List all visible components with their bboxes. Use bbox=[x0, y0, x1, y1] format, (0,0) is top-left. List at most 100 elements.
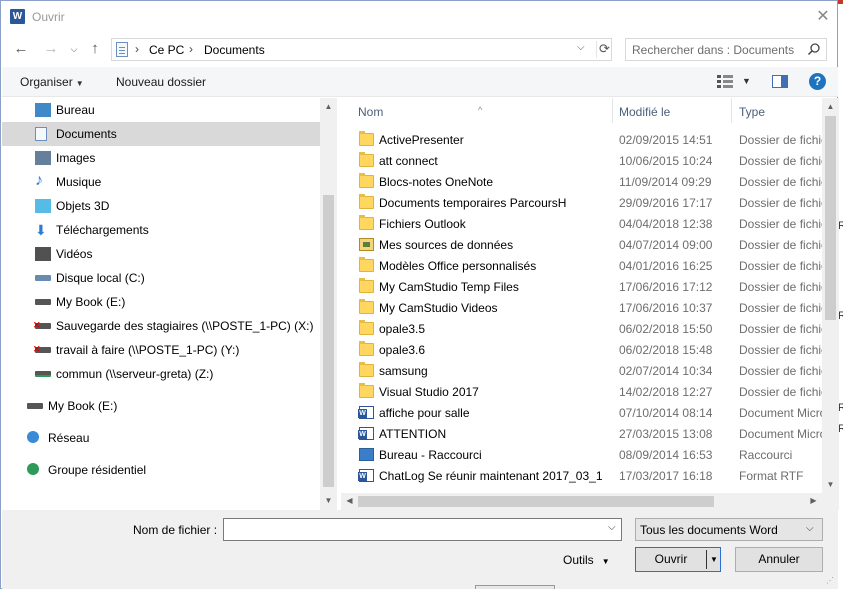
file-list-horizontal-scrollbar[interactable]: ◀ ▶ bbox=[341, 493, 822, 510]
network-drive-disconnected-icon: ✕ bbox=[33, 344, 51, 354]
sidebar-item[interactable]: ♪ Musique bbox=[2, 170, 320, 194]
music-icon: ♪ bbox=[35, 172, 43, 189]
preview-pane-icon[interactable] bbox=[772, 75, 788, 88]
file-modified-date: 06/02/2018 15:50 bbox=[619, 322, 713, 336]
scrollbar-corner bbox=[822, 493, 839, 510]
file-list: Nom ^ Modifié le Type ActivePresenter 02/… bbox=[341, 98, 838, 510]
filename-dropdown-icon[interactable]: ⌵ bbox=[608, 522, 616, 533]
file-row[interactable]: opale3.6 06/02/2018 15:48 Dossier de fichi… bbox=[341, 339, 822, 360]
sidebar-item[interactable]: commun (\\serveur-greta) (Z:) bbox=[2, 362, 320, 386]
file-row[interactable]: Bureau - Raccourci 08/09/2014 16:53 Raccou… bbox=[341, 444, 822, 465]
tools-menu-button[interactable]: Outils ▼ bbox=[563, 553, 610, 567]
recent-locations-chevron-icon[interactable]: ⌵ bbox=[64, 39, 84, 59]
sidebar-item[interactable]: ✕ Sauvegarde des stagiaires (\\POSTE_1-PC… bbox=[2, 314, 320, 338]
sidebar-item[interactable]: ✕ travail à faire (\\POSTE_1-PC) (Y:) bbox=[2, 338, 320, 362]
sidebar-item[interactable]: ⬇ Téléchargements bbox=[2, 218, 320, 242]
file-type: Dossier de fichiers bbox=[739, 259, 822, 273]
file-row[interactable]: opale3.5 06/02/2018 15:50 Dossier de fichi… bbox=[341, 318, 822, 339]
search-icon[interactable] bbox=[807, 42, 821, 56]
file-row[interactable]: ChatLog Se réunir maintenant 2017_03_1..… bbox=[341, 465, 822, 486]
sidebar-item-label: Réseau bbox=[48, 431, 90, 445]
file-type-filter-select[interactable]: Tous les documents Word ⌵ bbox=[635, 518, 823, 541]
scroll-left-icon[interactable]: ◀ bbox=[344, 496, 355, 505]
file-modified-date: 02/07/2014 10:34 bbox=[619, 364, 713, 378]
title-bar[interactable]: W Ouvrir ✕ bbox=[1, 1, 837, 32]
rtf-document-icon bbox=[358, 469, 374, 482]
file-name: Documents temporaires ParcoursH bbox=[379, 196, 567, 210]
scroll-up-icon[interactable]: ▲ bbox=[323, 102, 334, 111]
forward-arrow-icon[interactable]: → bbox=[41, 39, 61, 59]
view-options-icon[interactable] bbox=[717, 75, 733, 88]
search-box[interactable] bbox=[625, 38, 827, 61]
sidebar-item[interactable]: Bureau bbox=[2, 98, 320, 122]
navigation-scrollbar[interactable]: ▲ ▼ bbox=[320, 98, 337, 510]
folder-icon bbox=[359, 320, 374, 335]
scroll-down-icon[interactable]: ▼ bbox=[825, 480, 836, 489]
data-sources-folder-icon bbox=[359, 238, 374, 251]
sidebar-item[interactable]: Vidéos bbox=[2, 242, 320, 266]
column-header-type[interactable]: Type bbox=[732, 98, 822, 123]
file-type: Dossier de fichiers bbox=[739, 133, 822, 147]
scrollbar-thumb[interactable] bbox=[323, 195, 334, 487]
file-row[interactable]: Blocs-notes OneNote 11/09/2014 09:29 Dossi… bbox=[341, 171, 822, 192]
file-modified-date: 17/06/2016 17:12 bbox=[619, 280, 713, 294]
back-arrow-icon[interactable]: ← bbox=[11, 39, 31, 59]
column-header-name[interactable]: Nom ^ bbox=[341, 98, 612, 123]
organize-button[interactable]: Organiser ▼ bbox=[20, 75, 84, 89]
filename-combobox[interactable]: ⌵ bbox=[223, 518, 622, 541]
file-row[interactable]: Modèles Office personnalisés 04/01/2016 1… bbox=[341, 255, 822, 276]
file-row[interactable]: ATTENTION 27/03/2015 13:08 Document Micros… bbox=[341, 423, 822, 444]
caret-down-icon: ▼ bbox=[75, 79, 84, 88]
scrollbar-thumb[interactable] bbox=[825, 116, 836, 320]
address-bar[interactable]: › Ce PC › Documents ⌵ ⟳ bbox=[111, 38, 612, 61]
file-modified-date: 17/03/2017 16:18 bbox=[619, 469, 713, 483]
column-header-modified[interactable]: Modifié le bbox=[613, 98, 731, 123]
scroll-down-icon[interactable]: ▼ bbox=[323, 496, 334, 505]
file-row[interactable]: My CamStudio Temp Files 17/06/2016 17:12 D… bbox=[341, 276, 822, 297]
view-options-caret-icon[interactable]: ▼ bbox=[742, 76, 751, 86]
scroll-right-icon[interactable]: ▶ bbox=[808, 496, 819, 505]
file-modified-date: 04/04/2018 12:38 bbox=[619, 217, 713, 231]
sidebar-item[interactable]: Disque local (C:) bbox=[2, 266, 320, 290]
file-row[interactable]: Visual Studio 2017 14/02/2018 12:27 Dossie… bbox=[341, 381, 822, 402]
column-name-label: Nom bbox=[358, 105, 384, 119]
breadcrumb-separator-icon[interactable]: › bbox=[135, 42, 139, 56]
sidebar-item[interactable]: My Book (E:) bbox=[2, 290, 320, 314]
scrollbar-thumb[interactable] bbox=[358, 496, 714, 507]
sidebar-item[interactable]: Groupe résidentiel bbox=[2, 458, 320, 482]
new-folder-button[interactable]: Nouveau dossier bbox=[116, 75, 206, 89]
scroll-up-icon[interactable]: ▲ bbox=[825, 102, 836, 111]
cancel-button[interactable]: Annuler bbox=[735, 547, 823, 572]
desktop-icon bbox=[35, 103, 51, 117]
breadcrumb-documents[interactable]: Documents bbox=[204, 43, 265, 57]
breadcrumb-separator-icon[interactable]: › bbox=[189, 42, 193, 56]
open-options-caret-icon[interactable]: ▼ bbox=[710, 548, 718, 571]
caret-down-icon: ▼ bbox=[601, 557, 610, 566]
resize-grip-icon[interactable]: ⋰ bbox=[826, 576, 836, 586]
filename-input[interactable] bbox=[228, 522, 598, 537]
file-row[interactable]: samsung 02/07/2014 10:34 Dossier de fichie… bbox=[341, 360, 822, 381]
file-row[interactable]: Documents temporaires ParcoursH 29/09/201… bbox=[341, 192, 822, 213]
file-row[interactable]: Fichiers Outlook 04/04/2018 12:38 Dossier … bbox=[341, 213, 822, 234]
close-button[interactable]: ✕ bbox=[813, 7, 833, 27]
search-input[interactable] bbox=[632, 42, 800, 57]
file-name: ATTENTION bbox=[379, 427, 447, 441]
sidebar-item[interactable]: Documents bbox=[2, 122, 320, 146]
sidebar-item[interactable]: Objets 3D bbox=[2, 194, 320, 218]
sidebar-item[interactable]: Images bbox=[2, 146, 320, 170]
up-arrow-icon[interactable]: ↑ bbox=[85, 39, 105, 59]
file-row[interactable]: Mes sources de données 04/07/2014 09:00 Do… bbox=[341, 234, 822, 255]
sidebar-item[interactable]: My Book (E:) bbox=[2, 394, 320, 418]
file-list-vertical-scrollbar[interactable]: ▲ ▼ bbox=[822, 98, 839, 494]
file-row[interactable]: att connect 10/06/2015 10:24 Dossier de fi… bbox=[341, 150, 822, 171]
help-icon[interactable]: ? bbox=[809, 73, 826, 90]
file-name: affiche pour salle bbox=[379, 406, 470, 420]
refresh-icon[interactable]: ⟳ bbox=[596, 41, 612, 58]
file-row[interactable]: affiche pour salle 07/10/2014 08:14 Docume… bbox=[341, 402, 822, 423]
file-row[interactable]: ActivePresenter 02/09/2015 14:51 Dossier d… bbox=[341, 129, 822, 150]
file-row[interactable]: My CamStudio Videos 17/06/2016 10:37 Dossi… bbox=[341, 297, 822, 318]
breadcrumb-this-pc[interactable]: Ce PC bbox=[149, 43, 184, 57]
address-dropdown-icon[interactable]: ⌵ bbox=[577, 42, 585, 53]
sidebar-item[interactable]: Réseau bbox=[2, 426, 320, 450]
open-button[interactable]: Ouvrir ▼ bbox=[635, 547, 721, 572]
